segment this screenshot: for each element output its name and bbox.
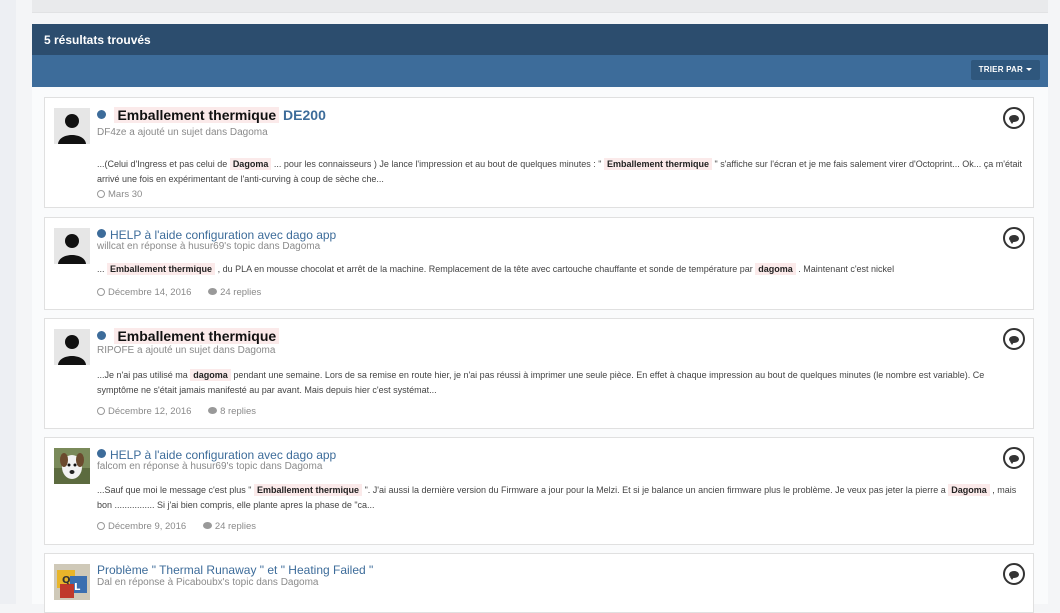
- result-card: HELP à l'aide configuration avec dago ap…: [44, 437, 1034, 545]
- unread-dot-icon: [97, 229, 106, 238]
- default-avatar-icon: [54, 329, 90, 365]
- snippet-highlight: dagoma: [755, 263, 796, 275]
- comment-icon: [1009, 335, 1019, 345]
- result-title-link[interactable]: Emballement thermique: [114, 328, 280, 344]
- avatar[interactable]: QL: [54, 564, 90, 600]
- result-snippet: ...Je n'ai pas utilisé ma dagoma pendant…: [97, 368, 1025, 398]
- snippet-text: ...Sauf que moi le message c'est plus ": [97, 485, 252, 495]
- default-avatar-icon: [54, 108, 90, 144]
- comment-icon: [1009, 570, 1019, 580]
- result-stats: Mars 30: [97, 189, 156, 200]
- dog-avatar-icon: [54, 448, 90, 484]
- result-card: Emballement thermique RIPOFE a ajouté un…: [44, 318, 1034, 429]
- snippet-text: ... pour les connaisseurs ) Je lance l'i…: [273, 159, 602, 169]
- avatar[interactable]: [54, 448, 90, 484]
- snippet-text: pendant une semaine. Lors de sa remise e…: [97, 370, 985, 395]
- result-meta: Dal en réponse à Picaboubx's topic dans …: [97, 577, 319, 588]
- snippet-highlight: Dagoma: [948, 484, 990, 496]
- snippet-highlight: Emballement thermique: [603, 158, 712, 170]
- left-gutter: [0, 0, 16, 604]
- result-snippet: ...Sauf que moi le message c'est plus " …: [97, 483, 1025, 513]
- unread-dot-icon: [97, 449, 106, 458]
- result-snippet: ... Emballement thermique , du PLA en mo…: [97, 262, 1025, 277]
- result-title-link[interactable]: HELP à l'aide configuration avec dago ap…: [110, 448, 336, 462]
- result-card: HELP à l'aide configuration avec dago ap…: [44, 217, 1034, 310]
- clock-icon: [97, 190, 105, 198]
- result-snippet: ...(Celui d'Ingress et pas celui de Dago…: [97, 157, 1025, 187]
- comment-button[interactable]: [1003, 563, 1025, 585]
- clock-icon: [97, 407, 105, 415]
- comment-icon: [1009, 114, 1019, 124]
- speech-bubble-icon: [202, 522, 212, 529]
- caret-down-icon: [1026, 68, 1032, 72]
- svg-text:Q: Q: [62, 575, 71, 586]
- toy-blocks-avatar-icon: QL: [54, 564, 90, 600]
- result-meta: falcom en réponse à husur69's topic dans…: [97, 461, 323, 472]
- title-highlight: Emballement thermique: [114, 107, 280, 123]
- result-replies[interactable]: 24 replies: [202, 521, 256, 532]
- comment-button[interactable]: [1003, 447, 1025, 469]
- results-count: 5 résultats trouvés: [44, 33, 151, 47]
- comment-button[interactable]: [1003, 227, 1025, 249]
- result-card: Emballement thermique DE200 DF4ze a ajou…: [44, 97, 1034, 208]
- result-title-link[interactable]: HELP à l'aide configuration avec dago ap…: [110, 228, 336, 242]
- clock-icon: [97, 522, 105, 530]
- result-date: Mars 30: [97, 189, 142, 200]
- snippet-text: ...Je n'ai pas utilisé ma: [97, 370, 188, 380]
- comment-icon: [1009, 454, 1019, 464]
- avatar[interactable]: [54, 108, 90, 144]
- snippet-highlight: dagoma: [190, 369, 231, 381]
- results-toolbar: TRIER PAR: [32, 55, 1048, 87]
- result-replies[interactable]: 24 replies: [208, 287, 261, 298]
- snippet-text: , du PLA en mousse chocolat et arrêt de …: [217, 264, 753, 274]
- result-meta: DF4ze a ajouté un sujet dans Dagoma: [97, 127, 268, 138]
- snippet-text: . Maintenant c'est nickel: [798, 264, 895, 274]
- snippet-text: ". J'ai aussi la dernière version du Fir…: [364, 485, 946, 495]
- snippet-highlight: Emballement thermique: [107, 263, 216, 275]
- result-title-link[interactable]: Emballement thermique DE200: [114, 107, 326, 123]
- avatar[interactable]: [54, 228, 90, 264]
- snippet-highlight: Emballement thermique: [254, 484, 363, 496]
- speech-bubble-icon: [208, 288, 218, 295]
- result-stats: Décembre 12, 2016 8 replies: [97, 406, 270, 417]
- result-title-row: Emballement thermique DE200: [97, 107, 326, 125]
- snippet-text: ...(Celui d'Ingress et pas celui de: [97, 159, 228, 169]
- sort-button[interactable]: TRIER PAR: [970, 60, 1040, 80]
- unread-dot-icon: [97, 110, 106, 119]
- title-highlight: Emballement thermique: [114, 328, 280, 344]
- result-date: Décembre 14, 2016: [97, 287, 191, 298]
- unread-dot-icon: [97, 331, 106, 340]
- result-card: QL Problème " Thermal Runaway " et " Hea…: [44, 553, 1034, 613]
- snippet-text: ...: [97, 264, 105, 274]
- results-header: 5 résultats trouvés: [32, 24, 1048, 55]
- comment-icon: [1009, 234, 1019, 244]
- result-title-row: Emballement thermique: [97, 328, 280, 346]
- speech-bubble-icon: [208, 407, 218, 414]
- title-text: DE200: [283, 107, 326, 123]
- result-stats: Décembre 9, 2016 24 replies: [97, 521, 270, 532]
- result-stats: Décembre 14, 2016 24 replies: [97, 287, 275, 298]
- result-title-link[interactable]: Problème " Thermal Runaway " et " Heatin…: [97, 563, 373, 577]
- result-date: Décembre 9, 2016: [97, 521, 186, 532]
- result-replies[interactable]: 8 replies: [208, 406, 256, 417]
- default-avatar-icon: [54, 228, 90, 264]
- avatar[interactable]: [54, 329, 90, 365]
- result-meta: RIPOFE a ajouté un sujet dans Dagoma: [97, 345, 276, 356]
- result-meta: willcat en réponse à husur69's topic dan…: [97, 241, 321, 252]
- top-strip: [32, 0, 1048, 13]
- svg-text:L: L: [74, 582, 81, 593]
- results-list: Emballement thermique DE200 DF4ze a ajou…: [32, 87, 1048, 613]
- snippet-highlight: Dagoma: [229, 158, 272, 170]
- comment-button[interactable]: [1003, 328, 1025, 350]
- clock-icon: [97, 288, 105, 296]
- sort-label: TRIER PAR: [978, 65, 1023, 74]
- result-date: Décembre 12, 2016: [97, 406, 191, 417]
- comment-button[interactable]: [1003, 107, 1025, 129]
